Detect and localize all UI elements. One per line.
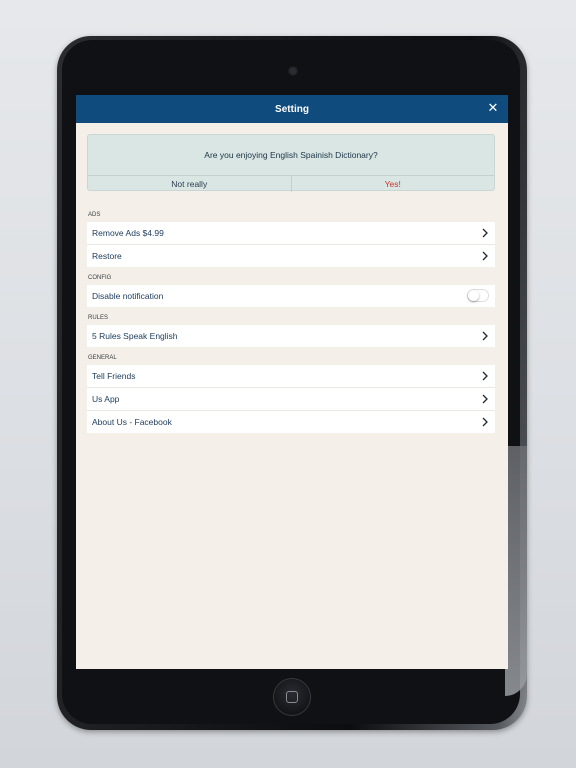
remove-ads-row[interactable]: Remove Ads $4.99 [87, 222, 495, 245]
config-group: Disable notification [87, 285, 495, 307]
close-button[interactable]: ✕ [486, 101, 500, 115]
general-group: Tell Friends Us App About Us - Facebook [87, 365, 495, 433]
navigation-bar: Setting ✕ [76, 95, 508, 123]
rating-question: Are you enjoying English Spainish Dictio… [204, 150, 378, 160]
rating-buttons: Not really Yes! [88, 175, 494, 192]
disable-notification-toggle[interactable] [467, 289, 489, 302]
chevron-right-icon [482, 331, 488, 341]
chevron-right-icon [482, 251, 488, 261]
section-header-config: CONFIG [88, 275, 112, 281]
tell-friends-row[interactable]: Tell Friends [87, 365, 495, 388]
five-rules-row[interactable]: 5 Rules Speak English [87, 325, 495, 347]
chevron-right-icon [482, 228, 488, 238]
restore-row[interactable]: Restore [87, 245, 495, 267]
section-header-ads: ADS [88, 212, 101, 218]
about-us-facebook-row[interactable]: About Us - Facebook [87, 411, 495, 433]
us-app-row[interactable]: Us App [87, 388, 495, 411]
page-title: Setting [275, 103, 309, 115]
disable-notification-row: Disable notification [87, 285, 495, 307]
toggle-knob [468, 290, 479, 301]
chevron-right-icon [482, 371, 488, 381]
row-label: Us App [92, 394, 120, 404]
section-header-rules: RULES [88, 315, 109, 321]
row-label: Tell Friends [92, 371, 136, 381]
home-square-icon [286, 691, 298, 703]
row-label: Remove Ads $4.99 [92, 228, 164, 238]
section-header-general: GENERAL [88, 355, 117, 361]
row-label: Restore [92, 251, 122, 261]
yes-button[interactable]: Yes! [292, 176, 495, 192]
close-icon: ✕ [487, 100, 499, 115]
row-label: About Us - Facebook [92, 417, 172, 427]
tablet-edge-reflection [505, 446, 527, 696]
home-button[interactable] [274, 679, 310, 715]
row-label: Disable notification [92, 291, 164, 301]
row-label: 5 Rules Speak English [92, 331, 178, 341]
camera-icon [288, 66, 298, 76]
ads-group: Remove Ads $4.99 Restore [87, 222, 495, 267]
not-really-button[interactable]: Not really [88, 176, 292, 192]
rules-group: 5 Rules Speak English [87, 325, 495, 347]
rating-prompt-card: Are you enjoying English Spainish Dictio… [87, 134, 495, 192]
settings-screen: Setting ✕ Are you enjoying English Spain… [76, 95, 508, 669]
chevron-right-icon [482, 417, 488, 427]
chevron-right-icon [482, 394, 488, 404]
